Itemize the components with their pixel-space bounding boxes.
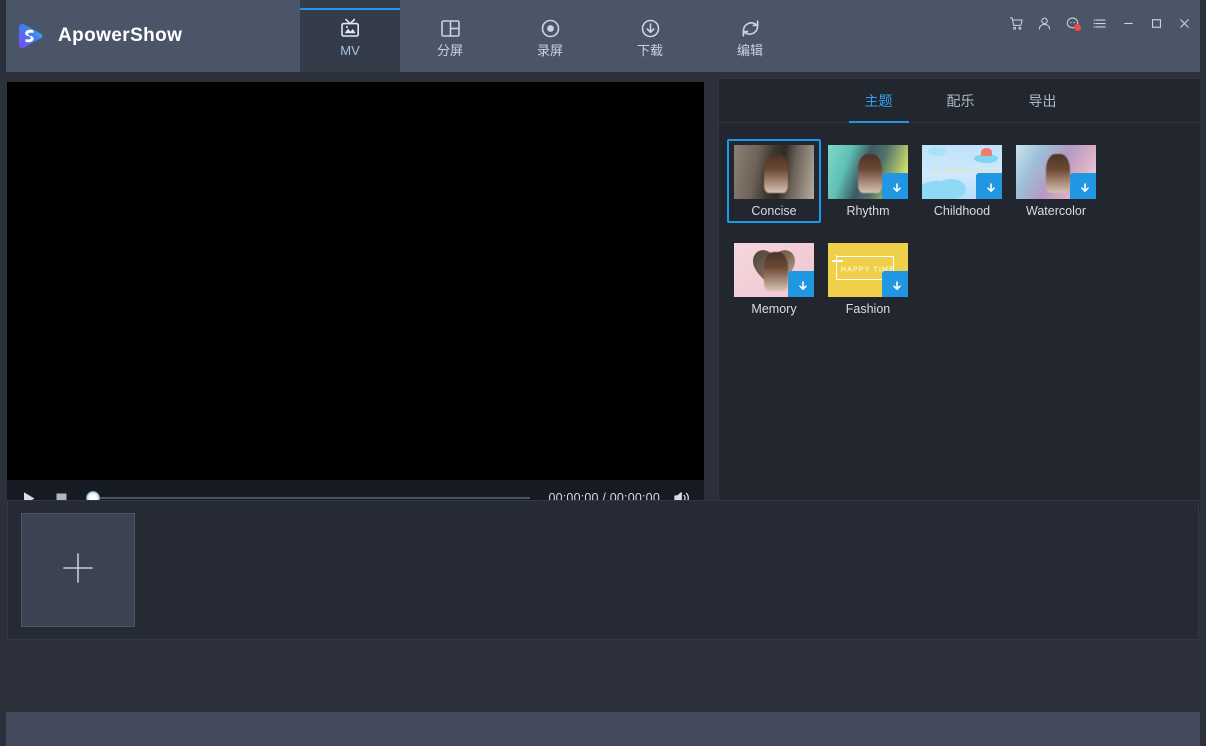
tab-screen-record-label: 录屏 — [536, 42, 563, 58]
download-badge-icon[interactable] — [976, 173, 1002, 199]
brand-area: ApowerShow — [0, 0, 300, 72]
tab-soundtrack[interactable]: 配乐 — [941, 79, 981, 123]
tab-split-screen[interactable]: 分屏 — [400, 0, 500, 72]
tab-export[interactable]: 导出 — [1023, 79, 1063, 123]
minimize-button[interactable] — [1114, 10, 1142, 36]
download-circle-icon — [639, 15, 662, 39]
user-account-icon[interactable] — [1030, 10, 1058, 36]
tab-edit-label: 编辑 — [736, 42, 763, 58]
theme-panel-tabs: 主题 配乐 导出 — [719, 79, 1202, 123]
apowershow-window: ApowerShow MV 分屏 录屏 下载 编辑 00:00:00 / 00:… — [0, 0, 1206, 746]
theme-item-rhythm[interactable]: Rhythm — [821, 139, 915, 223]
theme-item-watercolor[interactable]: Watercolor — [1009, 139, 1103, 223]
download-badge-icon[interactable] — [1070, 173, 1096, 199]
theme-item-concise[interactable]: Concise — [727, 139, 821, 223]
tab-screen-record[interactable]: 录屏 — [500, 0, 600, 72]
plus-icon — [59, 549, 97, 592]
tv-photo-icon — [338, 15, 362, 39]
theme-thumbnail — [734, 243, 814, 297]
theme-thumbnail — [734, 145, 814, 199]
theme-name: Concise — [751, 204, 797, 218]
window-controls — [1002, 10, 1198, 36]
theme-item-fashion[interactable]: HAPPY TIME Fashion — [821, 237, 915, 321]
theme-thumbnail — [828, 145, 908, 199]
title-bar: ApowerShow MV 分屏 录屏 下载 编辑 — [0, 0, 1206, 72]
menu-list-icon[interactable] — [1086, 10, 1114, 36]
apowershow-play-logo-icon — [14, 20, 46, 52]
theme-panel: 主题 配乐 导出 Concise Rhythm MY GROWTH RECORD… — [718, 78, 1202, 512]
cart-icon[interactable] — [1002, 10, 1030, 36]
refresh-edit-icon — [739, 15, 762, 39]
add-media-tile[interactable] — [21, 513, 135, 627]
theme-item-memory[interactable]: Memory — [727, 237, 821, 321]
tab-mv[interactable]: MV — [300, 0, 400, 72]
theme-name: Watercolor — [1026, 204, 1086, 218]
notification-icon[interactable] — [1058, 10, 1086, 36]
theme-item-childhood[interactable]: MY GROWTH RECORD Childhood — [915, 139, 1009, 223]
theme-name: Rhythm — [846, 204, 890, 218]
media-timeline[interactable] — [7, 500, 1199, 640]
main-nav-tabs: MV 分屏 录屏 下载 编辑 — [300, 0, 800, 72]
tab-download-label: 下载 — [636, 42, 663, 58]
maximize-button[interactable] — [1142, 10, 1170, 36]
status-bar — [0, 712, 1206, 746]
record-circle-icon — [539, 15, 562, 39]
tab-theme[interactable]: 主题 — [848, 79, 909, 123]
download-badge-icon[interactable] — [882, 271, 908, 297]
notification-badge — [1074, 24, 1081, 31]
tab-export-label: 导出 — [1028, 92, 1057, 109]
theme-name: Fashion — [845, 302, 891, 316]
theme-thumbnail: MY GROWTH RECORD — [922, 145, 1002, 199]
theme-grid: Concise Rhythm MY GROWTH RECORD Childhoo… — [727, 139, 1192, 335]
download-badge-icon[interactable] — [788, 271, 814, 297]
tab-edit[interactable]: 编辑 — [700, 0, 800, 72]
close-button[interactable] — [1170, 10, 1198, 36]
tab-split-screen-label: 分屏 — [436, 42, 463, 58]
theme-name: Childhood — [933, 204, 991, 218]
app-title: ApowerShow — [58, 25, 183, 46]
tab-soundtrack-label: 配乐 — [946, 92, 975, 109]
video-preview[interactable] — [7, 82, 704, 480]
tab-theme-label: 主题 — [864, 92, 893, 109]
download-badge-icon[interactable] — [882, 173, 908, 199]
tab-download[interactable]: 下载 — [600, 0, 700, 72]
tab-mv-label: MV — [340, 42, 360, 58]
progress-track — [93, 497, 531, 499]
theme-name: Memory — [751, 302, 797, 316]
theme-thumbnail: HAPPY TIME — [828, 243, 908, 297]
split-screen-icon — [439, 15, 462, 39]
theme-thumbnail — [1016, 145, 1096, 199]
